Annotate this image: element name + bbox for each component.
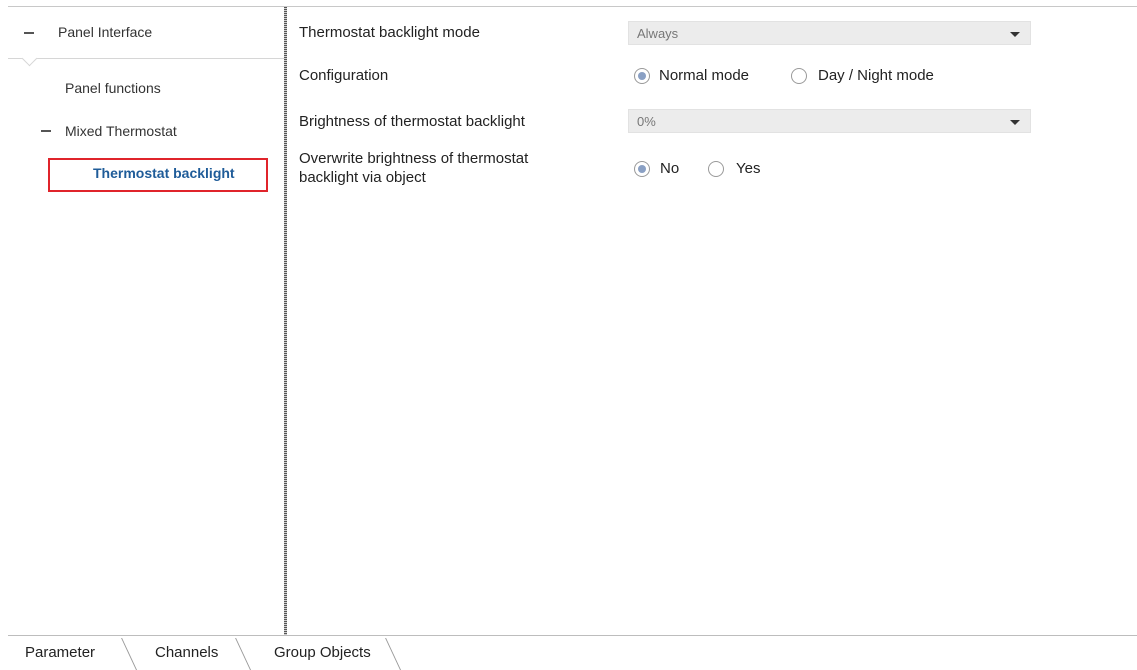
configuration-label: Configuration: [299, 67, 389, 84]
collapse-icon[interactable]: [41, 130, 51, 132]
collapse-icon[interactable]: [24, 32, 34, 34]
tree-header[interactable]: Panel Interface: [8, 7, 284, 67]
overwrite-label-line2: backlight via object: [299, 169, 426, 186]
bottom-tab-bar: Parameter Channels Group Objects: [8, 635, 1137, 670]
backlight-mode-value: Always: [637, 26, 679, 41]
sidebar-item-mixed-thermostat[interactable]: Mixed Thermostat: [65, 123, 177, 139]
day-night-mode-radio[interactable]: [791, 68, 807, 84]
panel-splitter[interactable]: [284, 7, 287, 635]
normal-mode-label[interactable]: Normal mode: [659, 67, 749, 84]
brightness-label: Brightness of thermostat backlight: [299, 113, 525, 130]
tab-parameter[interactable]: Parameter: [25, 644, 95, 661]
sidebar-tree: Panel Interface Panel functions Mixed Th…: [8, 7, 284, 635]
tab-divider: [235, 638, 251, 670]
overwrite-label-line1: Overwrite brightness of thermostat: [299, 150, 529, 167]
sidebar-item-thermostat-backlight[interactable]: Thermostat backlight: [93, 165, 235, 181]
backlight-mode-dropdown[interactable]: Always: [628, 21, 1031, 45]
overwrite-yes-radio[interactable]: [708, 161, 724, 177]
overwrite-no-label[interactable]: No: [660, 160, 679, 177]
sidebar-item-panel-functions[interactable]: Panel functions: [65, 80, 161, 96]
overwrite-yes-label[interactable]: Yes: [736, 160, 760, 177]
tab-group-objects[interactable]: Group Objects: [274, 644, 371, 661]
day-night-mode-label[interactable]: Day / Night mode: [818, 67, 934, 84]
backlight-mode-label: Thermostat backlight mode: [299, 24, 480, 41]
brightness-dropdown[interactable]: 0%: [628, 109, 1031, 133]
pointer-notch: [21, 50, 38, 67]
normal-mode-radio[interactable]: [634, 68, 650, 84]
tab-divider: [121, 638, 137, 670]
chevron-down-icon: [1010, 32, 1020, 37]
tab-divider: [385, 638, 401, 670]
overwrite-no-radio[interactable]: [634, 161, 650, 177]
tab-channels[interactable]: Channels: [155, 644, 218, 661]
brightness-value: 0%: [637, 114, 656, 129]
tree-header-label[interactable]: Panel Interface: [58, 24, 152, 40]
chevron-down-icon: [1010, 120, 1020, 125]
